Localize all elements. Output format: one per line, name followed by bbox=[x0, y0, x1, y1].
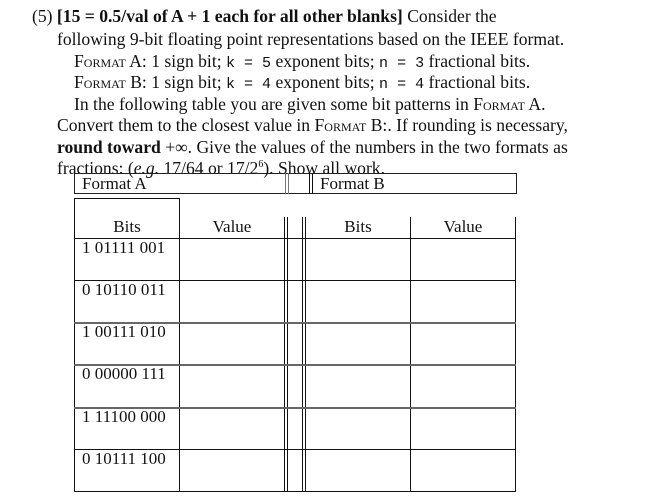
format-a-group-header: Format A bbox=[82, 174, 147, 193]
format-b-n-var: n bbox=[379, 76, 389, 93]
intro-text: Consider the bbox=[402, 6, 497, 26]
col-header-a-bits: Bits bbox=[113, 217, 141, 236]
line7-text: +∞. Give the values of the numbers in th… bbox=[160, 137, 568, 157]
a-value-blank[interactable] bbox=[181, 282, 283, 321]
format-b-k-value: 4 bbox=[262, 76, 272, 93]
format-a-label: Format bbox=[74, 51, 126, 71]
b-bits-blank[interactable] bbox=[307, 324, 409, 363]
col-header-b-bits: Bits bbox=[344, 217, 372, 236]
header-separator bbox=[309, 173, 310, 194]
a-bits-cell: 1 00111 010 bbox=[82, 322, 166, 341]
format-b-k-var: k bbox=[226, 76, 236, 93]
question-line-2: following 9-bit floating point represent… bbox=[57, 29, 565, 49]
col-header-a-value: Value bbox=[212, 217, 252, 236]
format-separator bbox=[302, 217, 303, 492]
line6-text-end: B:. If rounding is necessary, bbox=[366, 115, 568, 135]
a-value-blank[interactable] bbox=[181, 451, 283, 490]
bits-value-divider-b bbox=[410, 217, 411, 492]
format-separator bbox=[284, 217, 285, 492]
format-b-exp-text: exponent bits; bbox=[271, 72, 380, 92]
table-bottom-border bbox=[74, 491, 516, 492]
b-value-blank[interactable] bbox=[412, 409, 514, 448]
line5-text: In the following table you are given som… bbox=[74, 94, 474, 114]
a-value-blank[interactable] bbox=[181, 240, 283, 279]
b-bits-blank[interactable] bbox=[307, 240, 409, 279]
question-line-1: (5) [15 = 0.5/val of A + 1 each for all … bbox=[32, 6, 497, 26]
line6-format-label: Format bbox=[314, 115, 367, 135]
format-b-frac-text: fractional bits. bbox=[424, 72, 531, 92]
a-bits-cell: 0 00000 111 bbox=[82, 364, 166, 383]
question-number: (5) bbox=[32, 6, 53, 26]
line6-text: Convert them to the closest value in bbox=[57, 115, 315, 135]
col-header-b-value: Value bbox=[443, 217, 483, 236]
a-bits-cell: 1 01111 001 bbox=[82, 238, 166, 257]
format-a-spec: Format A: 1 sign bit; k = 5 exponent bit… bbox=[74, 51, 530, 74]
table-right-border bbox=[515, 217, 516, 492]
format-a-k-var: k bbox=[226, 55, 236, 72]
b-value-blank[interactable] bbox=[412, 324, 514, 363]
format-b-group-header: Format B bbox=[320, 174, 385, 193]
table-top-border bbox=[74, 198, 179, 199]
b-bits-blank[interactable] bbox=[307, 282, 409, 321]
format-a-n-var: n bbox=[379, 55, 389, 72]
format-separator bbox=[305, 217, 306, 492]
format-b-label: Format bbox=[74, 72, 126, 92]
header-separator bbox=[312, 173, 313, 194]
b-bits-blank[interactable] bbox=[307, 409, 409, 448]
format-b-n-value: 4 bbox=[415, 76, 425, 93]
table-left-border bbox=[74, 198, 75, 492]
a-value-blank[interactable] bbox=[181, 409, 283, 448]
format-a-exp-text: exponent bits; bbox=[271, 51, 380, 71]
a-value-blank[interactable] bbox=[181, 366, 283, 405]
a-value-blank[interactable] bbox=[181, 324, 283, 363]
points-breakdown: [15 = 0.5/val of A + 1 each for all othe… bbox=[56, 6, 403, 26]
line5-format-letter: A. bbox=[524, 94, 546, 114]
header-separator bbox=[285, 173, 286, 194]
format-b-spec: Format B: 1 sign bit; k = 4 exponent bit… bbox=[74, 72, 530, 95]
bits-value-divider-a bbox=[179, 198, 180, 492]
a-bits-cell: 1 11100 000 bbox=[82, 407, 166, 426]
question-line-7: round toward +∞. Give the values of the … bbox=[57, 137, 568, 157]
format-a-k-value: 5 bbox=[262, 55, 272, 72]
header-separator bbox=[288, 173, 289, 194]
format-a-k-eq: = bbox=[235, 55, 263, 72]
b-value-blank[interactable] bbox=[412, 366, 514, 405]
b-value-blank[interactable] bbox=[412, 451, 514, 490]
line5-format-label: Format bbox=[473, 94, 525, 114]
format-b-n-eq: = bbox=[388, 76, 416, 93]
format-a-n-value: 3 bbox=[415, 55, 425, 72]
format-b-k-eq: = bbox=[235, 76, 263, 93]
format-b-sign: B: 1 sign bit; bbox=[125, 72, 226, 92]
format-separator bbox=[287, 217, 288, 492]
a-bits-cell: 0 10110 011 bbox=[82, 280, 166, 299]
format-a-n-eq: = bbox=[388, 55, 416, 72]
format-a-frac-text: fractional bits. bbox=[424, 51, 531, 71]
question-line-5: In the following table you are given som… bbox=[74, 94, 546, 114]
b-value-blank[interactable] bbox=[412, 240, 514, 279]
format-a-sign: A: 1 sign bit; bbox=[125, 51, 226, 71]
b-bits-blank[interactable] bbox=[307, 451, 409, 490]
b-value-blank[interactable] bbox=[412, 282, 514, 321]
question-line-6: Convert them to the closest value in For… bbox=[57, 115, 568, 135]
rounding-mode: round toward bbox=[57, 137, 161, 157]
a-bits-cell: 0 10111 100 bbox=[82, 449, 166, 468]
b-bits-blank[interactable] bbox=[307, 366, 409, 405]
